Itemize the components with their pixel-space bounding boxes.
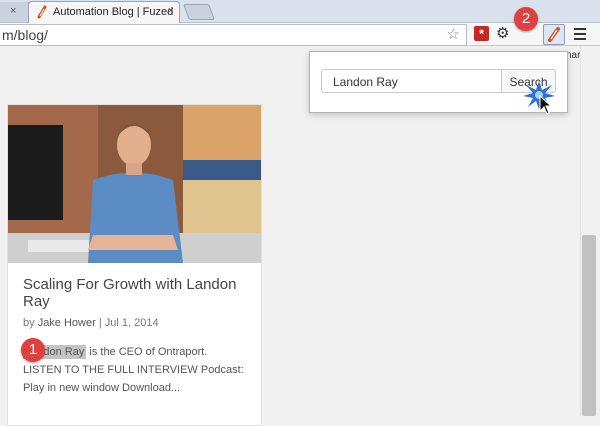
author-link[interactable]: Jake Hower [38, 317, 96, 329]
cursor-icon [539, 95, 553, 115]
fuzed-extension-icon[interactable] [543, 24, 565, 45]
new-tab-button[interactable] [183, 4, 215, 20]
star-icon[interactable]: ☆ [447, 25, 460, 43]
tab-title: Automation Blog | Fuzed [53, 6, 174, 18]
post-date: Jul 1, 2014 [104, 317, 159, 329]
step-badge-2: 2 [514, 7, 538, 31]
step-badge-1: 1 [21, 338, 45, 362]
post-photo[interactable] [8, 105, 261, 263]
meta-separator: | [98, 317, 102, 329]
tab-previous[interactable]: × [0, 2, 29, 22]
browser-toolbar: m/blog/ ☆ * ⚙ [0, 23, 600, 46]
menu-icon[interactable] [574, 25, 586, 43]
tab-strip: × Automation Blog | Fuzed × [0, 0, 600, 23]
post-meta: by Jake Hower | Jul 1, 2014 [23, 317, 159, 329]
link-icon [37, 5, 47, 19]
address-bar[interactable]: m/blog/ ☆ [0, 24, 467, 46]
asterisk-extension-icon[interactable]: * [474, 26, 489, 41]
close-icon[interactable]: × [168, 5, 174, 17]
search-input[interactable]: Landon Ray [321, 69, 501, 93]
post-photo-image [8, 105, 261, 263]
post-excerpt: Landon Ray is the CEO of Ontraport. LIST… [23, 343, 248, 397]
blog-post-card: Scaling For Growth with Landon Ray by Ja… [7, 104, 262, 426]
post-title[interactable]: Scaling For Growth with Landon Ray [23, 276, 248, 310]
scrollbar-thumb[interactable] [582, 235, 596, 416]
close-icon[interactable]: × [10, 5, 16, 17]
tab-automation-blog[interactable]: Automation Blog | Fuzed × [28, 1, 180, 23]
link-icon [548, 27, 560, 42]
gear-icon[interactable]: ⚙ [496, 24, 509, 42]
url-text: m/blog/ [2, 27, 48, 43]
by-label: by [23, 317, 35, 329]
